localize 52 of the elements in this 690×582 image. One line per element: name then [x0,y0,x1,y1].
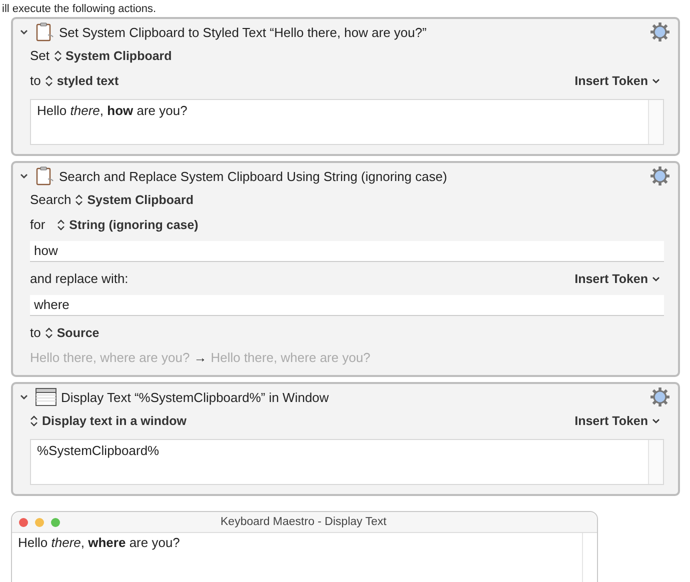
popup-menu[interactable]: String (ignoring case) [57,218,198,232]
up-down-icon [75,194,84,206]
field-label: and replace with: [30,271,128,286]
window-title: Keyboard Maestro - Display Text [220,516,388,528]
insert-token-button[interactable]: Insert Token [574,74,660,88]
input-field[interactable]: where [30,295,664,316]
popup-menu[interactable]: Display text in a window [30,414,186,428]
clipboard-icon [35,166,55,186]
close-button[interactable] [19,518,28,526]
chevron-icon [652,276,660,282]
scroll-bar[interactable] [648,100,663,144]
up-down-icon [30,414,38,426]
action-title: Search and Replace System Clipboard Using String (ignoring case) [59,168,448,184]
action-title: Set System Clipboard to Styled Text “Hello there, how are you?” [59,24,428,40]
up-down-icon [54,50,62,62]
popup-menu[interactable]: Source [44,326,100,340]
input-field[interactable]: how [30,241,664,262]
settings-icon[interactable] [650,387,670,407]
insert-token-button[interactable]: Insert Token [574,272,660,286]
text-area[interactable]: Hello there, how are you? [30,99,664,145]
zoom-button[interactable] [51,518,60,526]
field-label: Set [30,48,50,63]
display-text: Hello there, where are you? [18,535,180,550]
action-title: Display Text “%SystemClipboard%” in Window [61,390,330,404]
up-down-icon [44,74,53,86]
text-area[interactable]: %SystemClipboard% [30,439,664,485]
field-label: to [30,73,41,88]
preview-text: Hello there, where are you? [210,350,370,365]
header-text: ill execute the following actions. [1,3,156,15]
scroll-bar[interactable] [648,440,663,484]
popup-menu[interactable]: System Clipboard [75,192,194,206]
popup-menu[interactable]: styled text [44,74,119,88]
chevron-icon [652,418,660,424]
settings-icon[interactable] [650,22,670,42]
field-label: Search [30,192,72,207]
popup-menu[interactable]: System Clipboard [54,48,172,62]
chevron-icon[interactable] [19,27,29,37]
window-icon [35,387,57,407]
text-value: Hello there, how are you? [37,103,188,118]
field-label: to [30,325,41,340]
up-down-icon [44,326,53,338]
clipboard-icon [35,22,55,42]
chevron-icon[interactable] [19,392,29,402]
chevron-icon [652,78,660,84]
insert-token-button[interactable]: Insert Token [574,414,660,428]
text-value: %SystemClipboard% [37,443,160,458]
preview-text: Hello there, where are you? [30,350,190,365]
up-down-icon [57,218,66,230]
arrow-text: → [194,350,207,365]
field-label: for [30,217,46,232]
chevron-icon[interactable] [19,171,29,181]
settings-icon[interactable] [650,166,670,186]
